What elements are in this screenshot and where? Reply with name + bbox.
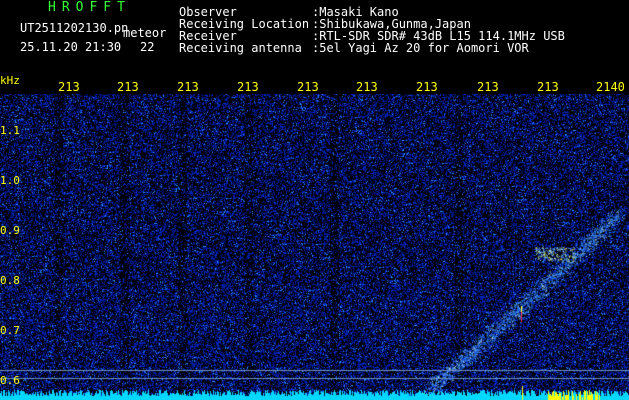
header-panel: HROFFT UT2511202130.pn meteor 25.11.20 2… xyxy=(0,0,629,72)
time-tick: 213 xyxy=(537,80,559,94)
time-tick: 213 xyxy=(477,80,499,94)
time-scale: kHz 213 213 213 213 213 213 213 213 213 … xyxy=(0,72,629,94)
antenna-label: Receiving antenna xyxy=(179,41,302,55)
app-title: HROFFT xyxy=(48,0,131,15)
count-value: 22 xyxy=(140,40,155,54)
file-name: UT2511202130.pn xyxy=(20,21,129,35)
antenna-value: :5el Yagi Az 20 for Aomori VOR xyxy=(312,41,529,55)
freq-tick: 0.7 xyxy=(0,324,20,337)
freq-tick: 0.8 xyxy=(0,274,20,287)
mode-label: meteor xyxy=(123,26,167,40)
time-tick: 213 xyxy=(117,80,139,94)
time-tick: 213 xyxy=(237,80,259,94)
freq-tick: 1.1 xyxy=(0,124,20,137)
freq-unit-label: kHz xyxy=(0,74,20,87)
time-tick: 213 xyxy=(58,80,80,94)
time-tick: 213 xyxy=(297,80,319,94)
time-tick: 213 xyxy=(356,80,378,94)
frequency-axis: 1.1 1.0 0.9 0.8 0.7 0.6 xyxy=(0,94,629,400)
time-tick: 213 xyxy=(177,80,199,94)
time-tick: 213 xyxy=(416,80,438,94)
freq-tick: 1.0 xyxy=(0,174,20,187)
time-tick: 2140 xyxy=(596,80,625,94)
freq-tick: 0.9 xyxy=(0,224,20,237)
date-time: 25.11.20 21:30 xyxy=(20,40,122,54)
freq-tick: 0.6 xyxy=(0,374,20,387)
